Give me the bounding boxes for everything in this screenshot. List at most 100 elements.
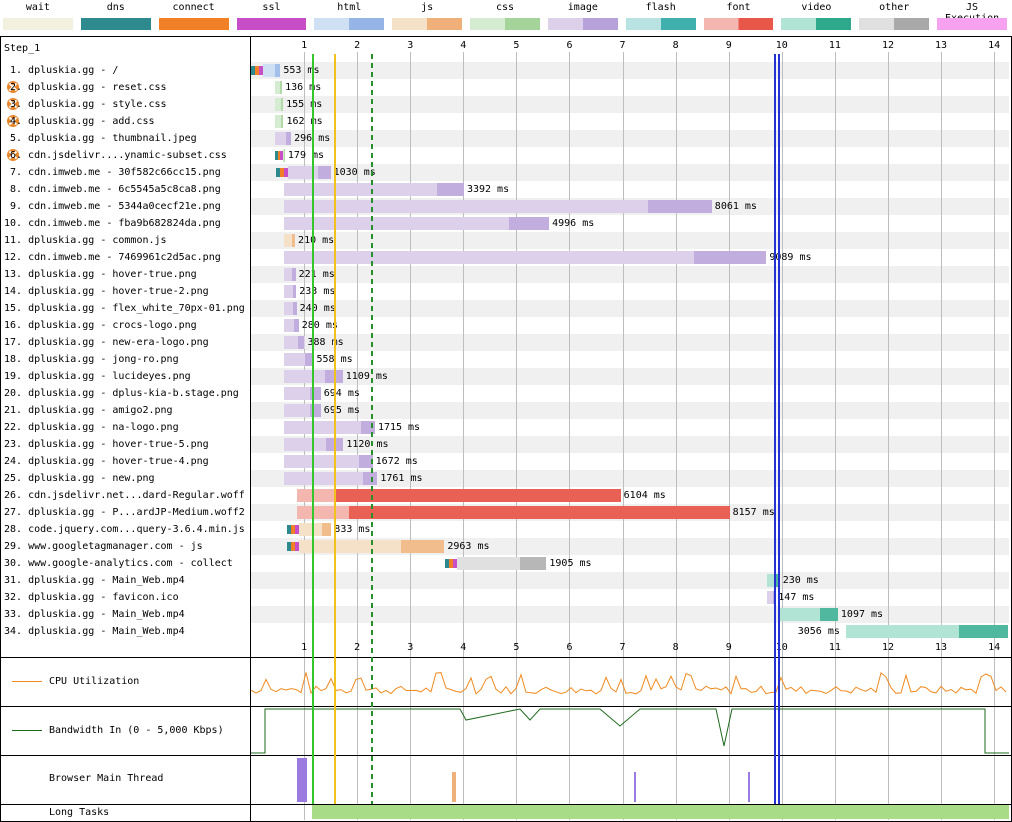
- request-duration: 833 ms: [334, 524, 371, 535]
- legend-swatch: [470, 18, 540, 30]
- timing-marker: [778, 54, 781, 804]
- legend-label: other: [879, 2, 910, 13]
- axis-tick-label: 9: [725, 642, 732, 653]
- request-label[interactable]: 4. dpluskia.gg - add.css: [10, 113, 260, 130]
- request-label[interactable]: 25. dpluskia.gg - new.png: [4, 470, 254, 487]
- request-label[interactable]: 30. www.google-analytics.com - collect: [4, 555, 254, 572]
- axis-tick-label: 6: [566, 642, 573, 653]
- axis-tick-label: 6: [566, 40, 573, 51]
- download-segment: [509, 217, 550, 230]
- request-label[interactable]: 9. cdn.imweb.me - 5344a0cecf21e.png: [10, 198, 260, 215]
- request-label[interactable]: 12. cdn.imweb.me - 7469961c2d5ac.png: [4, 249, 254, 266]
- download-segment: [280, 115, 284, 128]
- request-duration: 553 ms: [283, 65, 320, 76]
- request-label[interactable]: 2. dpluskia.gg - reset.css: [10, 79, 260, 96]
- legend-swatch: [625, 18, 696, 30]
- request-label[interactable]: 22. dpluskia.gg - na-logo.png: [4, 419, 254, 436]
- legend-label: css: [495, 2, 515, 13]
- legend-label: dns: [106, 2, 125, 13]
- request-label[interactable]: 32. dpluskia.gg - favicon.ico: [4, 589, 254, 606]
- request-label[interactable]: 10. cdn.imweb.me - fba9b682824da.png: [4, 215, 254, 232]
- request-label[interactable]: 6. cdn.jsdelivr....ynamic-subset.css: [10, 147, 260, 164]
- legend-label: html: [337, 2, 362, 13]
- legend-swatch: [937, 18, 1007, 30]
- download-segment: [321, 523, 332, 536]
- axis-tick-label: 14: [988, 40, 1001, 51]
- legend-swatch: [236, 18, 307, 30]
- request-duration: 1120 ms: [346, 439, 389, 450]
- download-segment: [348, 506, 730, 519]
- axis-tick-label: 2: [354, 40, 361, 51]
- axis-tick-label: 4: [460, 40, 467, 51]
- request-label[interactable]: 15. dpluskia.gg - flex_white_70px-01.png: [4, 300, 254, 317]
- legend-label: flash: [645, 2, 676, 13]
- axis-tick-label: 13: [935, 40, 948, 51]
- request-label[interactable]: 24. dpluskia.gg - hover-true-4.png: [4, 453, 254, 470]
- request-duration: 4996 ms: [552, 218, 595, 229]
- download-segment: [279, 81, 283, 94]
- request-label[interactable]: 26. cdn.jsdelivr.net...dard-Regular.woff: [4, 487, 254, 504]
- legend-item-html: html: [314, 0, 385, 34]
- request-label[interactable]: 18. dpluskia.gg - jong-ro.png: [4, 351, 254, 368]
- legend-item-dns: dns: [80, 0, 151, 34]
- request-label[interactable]: 27. dpluskia.gg - P...ardJP-Medium.woff2: [4, 504, 254, 521]
- step-label: Step_1: [4, 43, 41, 54]
- request-label[interactable]: 21. dpluskia.gg - amigo2.png: [4, 402, 254, 419]
- waterfall-legend: wait dns connect ssl html js css image flash font…: [0, 0, 1012, 34]
- download-segment: [400, 540, 445, 553]
- request-duration: 1109 ms: [345, 371, 388, 382]
- request-duration: 179 ms: [287, 150, 325, 161]
- request-label[interactable]: 14. dpluskia.gg - hover-true-2.png: [4, 283, 254, 300]
- request-label[interactable]: 5. dpluskia.gg - thumbnail.jpeg: [10, 130, 260, 147]
- download-segment: [275, 64, 281, 77]
- request-duration: 3392 ms: [466, 184, 510, 195]
- request-duration: 147 ms: [778, 592, 815, 603]
- request-label[interactable]: 31. dpluskia.gg - Main_Web.mp4: [4, 572, 254, 589]
- request-label[interactable]: 20. dpluskia.gg - dplus-kia-b.stage.png: [4, 385, 254, 402]
- legend-item-ssl: ssl: [236, 0, 307, 34]
- row-stripe: [251, 300, 1009, 317]
- axis-tick-label: 8: [672, 40, 679, 51]
- request-label[interactable]: 16. dpluskia.gg - crocs-logo.png: [4, 317, 254, 334]
- request-label[interactable]: 1. dpluskia.gg - /: [10, 62, 260, 79]
- download-segment: [298, 336, 305, 349]
- request-label[interactable]: 19. dpluskia.gg - lucideyes.png: [4, 368, 254, 385]
- request-duration: 280 ms: [301, 320, 338, 331]
- request-label[interactable]: 11. dpluskia.gg - common.js: [4, 232, 254, 249]
- request-label[interactable]: 28. code.jquery.com...query-3.6.4.min.js: [4, 521, 254, 538]
- legend-swatch: [314, 18, 385, 30]
- axis-tick-label: 11: [828, 40, 841, 51]
- request-label[interactable]: 3. dpluskia.gg - style.css: [10, 96, 260, 113]
- timing-marker: [774, 54, 777, 804]
- request-duration: 162 ms: [286, 116, 323, 127]
- request-label[interactable]: 17. dpluskia.gg - new-era-logo.png: [4, 334, 254, 351]
- request-label[interactable]: 8. cdn.imweb.me - 6c5545a5c8ca8.png: [10, 181, 260, 198]
- bandwidth-legend-line: [12, 730, 42, 731]
- legend-swatch: [158, 18, 229, 30]
- request-label[interactable]: 13. dpluskia.gg - hover-true.png: [4, 266, 254, 283]
- request-duration: 1905 ms: [549, 558, 592, 569]
- legend-item-other: other: [859, 0, 930, 34]
- download-segment: [693, 251, 767, 264]
- request-duration: 136 ms: [285, 82, 322, 93]
- request-duration: 2963 ms: [447, 541, 490, 552]
- legend-label: font: [726, 2, 751, 13]
- request-label[interactable]: 34. dpluskia.gg - Main_Web.mp4: [4, 623, 254, 640]
- request-label[interactable]: 23. dpluskia.gg - hover-true-5.png: [4, 436, 254, 453]
- long-tasks-panel: [0, 804, 1012, 822]
- request-duration: 240 ms: [299, 303, 336, 314]
- request-duration: 8061 ms: [714, 201, 757, 212]
- legend-swatch: [80, 18, 151, 30]
- axis-tick-label: 7: [619, 40, 626, 51]
- request-duration: 6104 ms: [623, 490, 666, 501]
- request-label[interactable]: 33. dpluskia.gg - Main_Web.mp4: [4, 606, 254, 623]
- axis-tick-label: 7: [619, 642, 626, 653]
- download-segment: [820, 608, 838, 621]
- request-label[interactable]: 7. cdn.imweb.me - 30f582c66cc15.png: [10, 164, 260, 181]
- request-label[interactable]: 29. www.googletagmanager.com - js: [4, 538, 254, 555]
- axis-tick-label: 10: [775, 40, 788, 51]
- request-duration: 1672 ms: [375, 456, 418, 467]
- cpu-panel: [0, 657, 1012, 707]
- request-duration: 221 ms: [298, 269, 335, 280]
- request-duration: 155 ms: [286, 99, 323, 110]
